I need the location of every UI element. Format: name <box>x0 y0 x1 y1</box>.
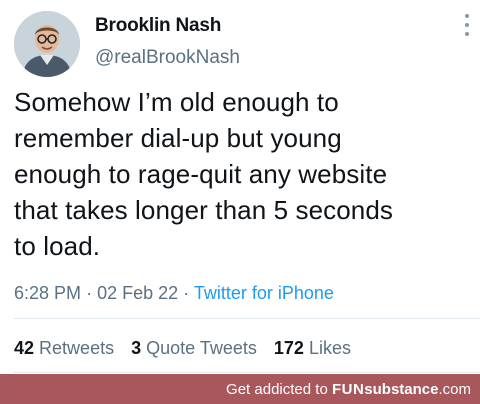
quote-tweets-label: Quote Tweets <box>146 338 257 358</box>
tweet-line: enough to rage-quit any website <box>14 159 388 189</box>
author-name[interactable]: Brooklin Nash <box>95 15 221 37</box>
meta-separator: · <box>86 283 93 303</box>
quote-tweets-count: 3 <box>131 338 142 358</box>
tweet-line: Somehow I’m old enough to <box>14 87 339 117</box>
retweets-label: Retweets <box>39 338 115 358</box>
likes-label: Likes <box>308 338 351 358</box>
tweet-meta: 6:28 PM · 02 Feb 22 · Twitter for iPhone <box>14 283 334 304</box>
engagement-stats: 42 Retweets 3 Quote Tweets 172 Likes <box>14 338 363 359</box>
watermark-text: Get addicted to FUNsubstance.com <box>226 381 471 398</box>
avatar[interactable] <box>14 11 80 77</box>
likes-stat[interactable]: 172 Likes <box>274 338 351 358</box>
meta-separator: · <box>183 283 190 303</box>
watermark-footer: Get addicted to FUNsubstance.com <box>0 374 480 404</box>
watermark-brand-rest: substance <box>364 381 439 398</box>
tweet-line: that takes longer than 5 seconds <box>14 195 394 225</box>
tweet-line: remember dial-up but young <box>14 123 342 153</box>
tweet-date[interactable]: 02 Feb 22 <box>97 283 178 303</box>
tweet-text: Somehow I’m old enough to remember dial-… <box>14 84 476 264</box>
quote-tweets-stat[interactable]: 3 Quote Tweets <box>131 338 262 358</box>
profile-photo <box>14 11 80 77</box>
divider <box>14 372 480 373</box>
tweet-time[interactable]: 6:28 PM <box>14 283 81 303</box>
watermark-brand-suffix: .com <box>438 381 471 398</box>
tweet-card: Brooklin Nash @realBrookNash Somehow I’m… <box>0 0 480 374</box>
author-handle[interactable]: @realBrookNash <box>95 47 240 69</box>
tweet-line: to load. <box>14 231 101 261</box>
divider <box>14 318 480 319</box>
watermark-prefix: Get addicted to <box>226 381 332 398</box>
retweets-count: 42 <box>14 338 35 358</box>
watermark-brand-fun: FUN <box>331 381 365 398</box>
more-options-icon[interactable] <box>463 14 471 40</box>
likes-count: 172 <box>273 338 304 358</box>
tweet-source-link[interactable]: Twitter for iPhone <box>194 283 334 303</box>
retweets-stat[interactable]: 42 Retweets <box>14 338 119 358</box>
